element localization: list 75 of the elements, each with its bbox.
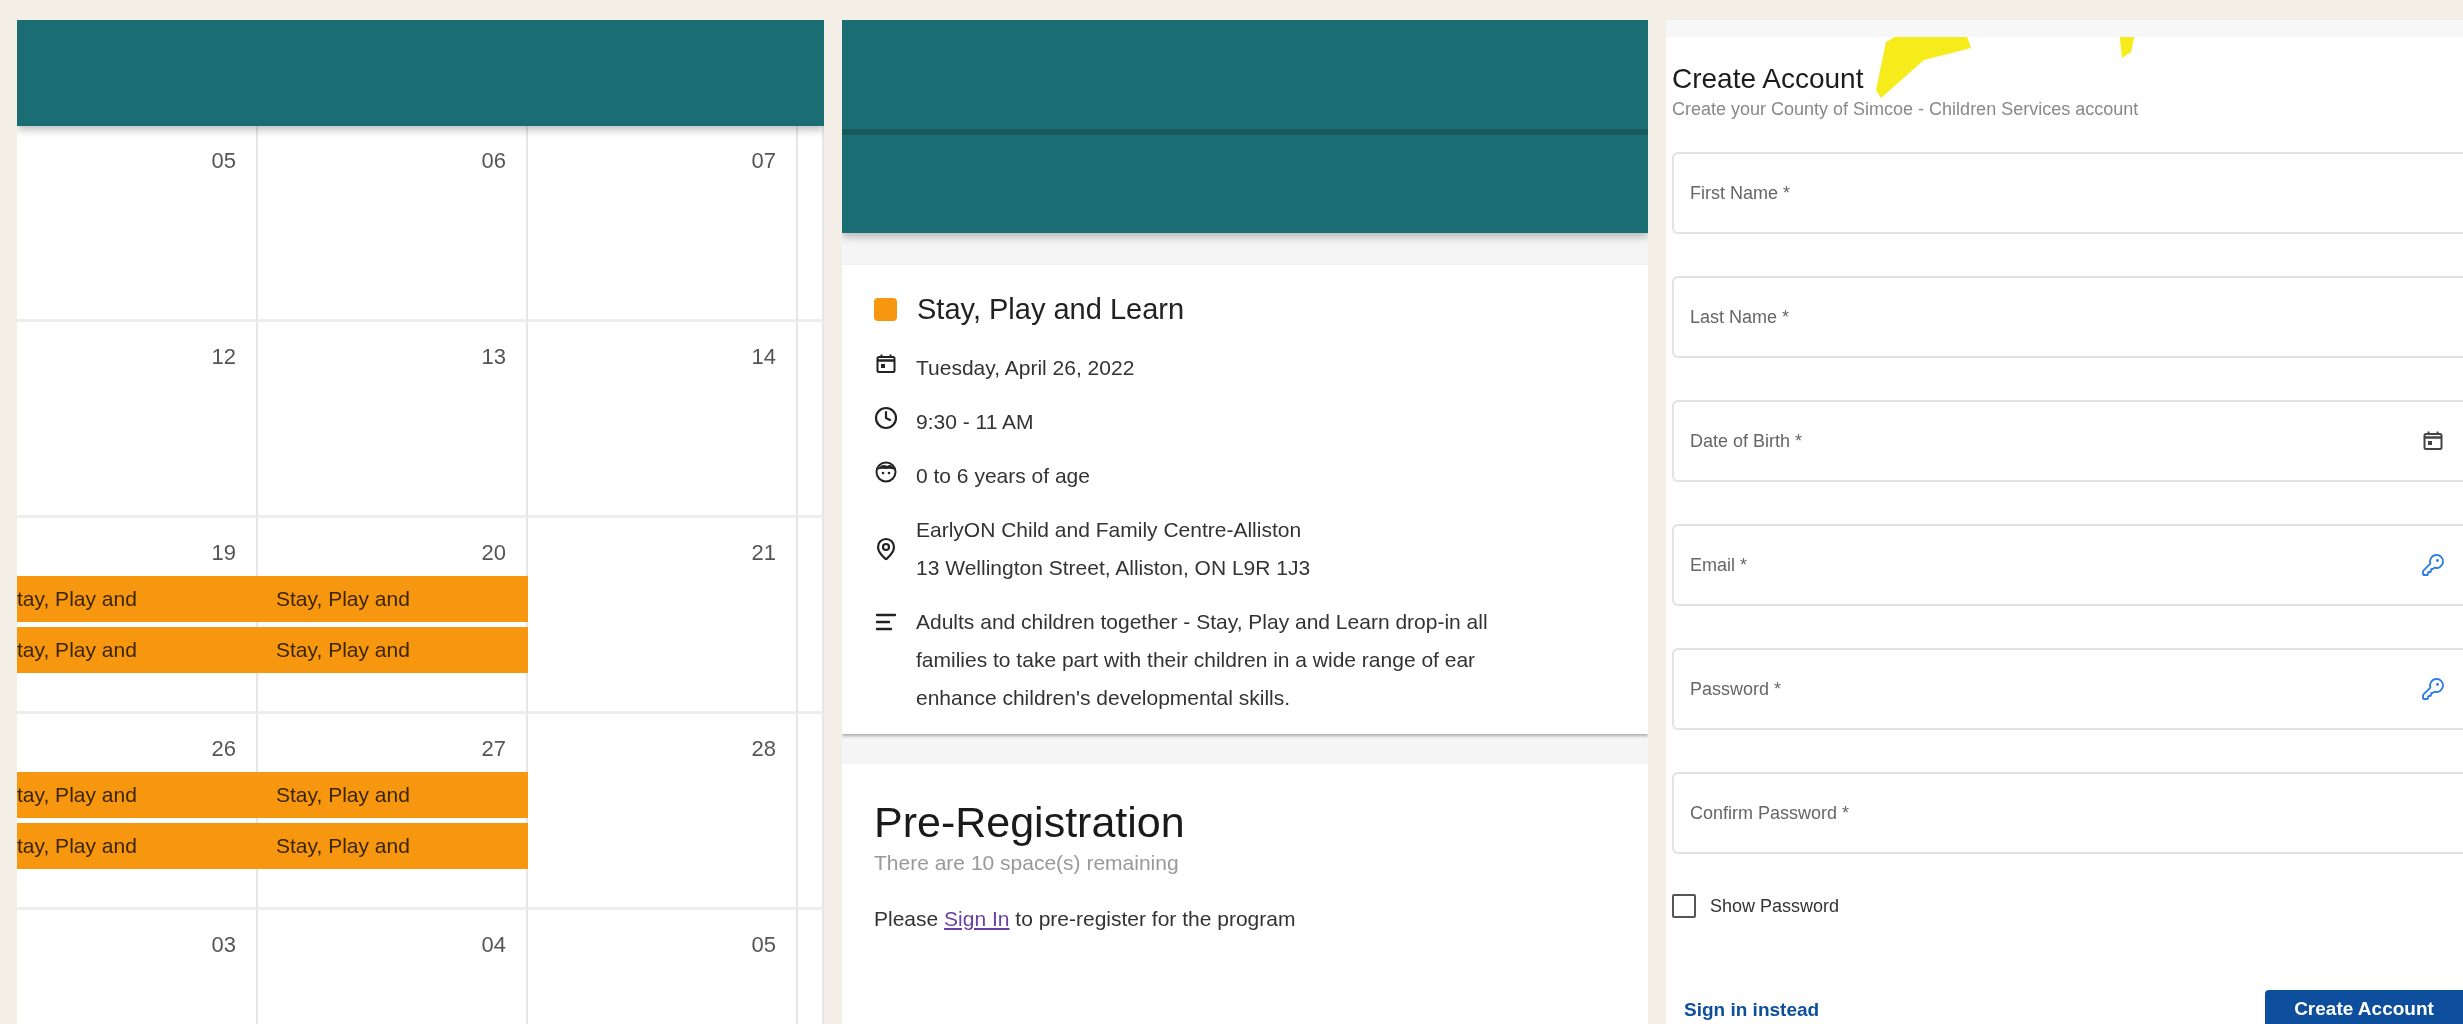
day-cell[interactable]: 04 xyxy=(258,910,528,1024)
input-field[interactable]: Last Name * xyxy=(1672,276,2463,358)
day-cell[interactable]: 03 xyxy=(17,910,258,1024)
checkbox[interactable] xyxy=(1672,894,1696,918)
day-cell[interactable]: 12 xyxy=(17,322,258,518)
day-cell[interactable] xyxy=(798,714,824,910)
detail-text: EarlyON Child and Family Centre-Alliston xyxy=(916,517,1303,543)
day-cell[interactable]: 19 tay, Play and tay, Play and xyxy=(17,518,258,714)
day-number: 07 xyxy=(751,147,776,175)
day-cell[interactable] xyxy=(798,322,824,518)
day-cell[interactable] xyxy=(798,518,824,714)
day-cell[interactable]: 06 xyxy=(258,126,528,322)
day-number: 19 xyxy=(211,539,236,567)
section-title: Pre-Registration xyxy=(874,798,1186,847)
day-cell[interactable]: 21 xyxy=(528,518,798,714)
calendar-icon xyxy=(874,352,898,376)
event-chip[interactable]: tay, Play and xyxy=(17,823,258,869)
key-icon[interactable] xyxy=(2421,677,2445,701)
day-number: 05 xyxy=(211,147,236,175)
day-number: 26 xyxy=(211,735,236,763)
day-number: 03 xyxy=(211,931,236,959)
detail-text: 0 to 6 years of age xyxy=(916,463,1090,489)
clock-icon xyxy=(874,406,898,430)
detail-text: 13 Wellington Street, Alliston, ON L9R 1J3 xyxy=(916,555,1311,581)
input-field[interactable]: Email * xyxy=(1672,524,2463,606)
event-title: Stay, Play and Learn xyxy=(917,293,1185,326)
day-cell[interactable]: 07 xyxy=(528,126,798,322)
event-chip[interactable]: tay, Play and xyxy=(17,576,258,622)
event-chip[interactable]: Stay, Play and xyxy=(258,772,528,818)
key-icon[interactable] xyxy=(2421,553,2445,577)
day-number: 04 xyxy=(481,931,506,959)
detail-text: families to take part with their children in a wide range of ear xyxy=(916,647,1477,673)
day-number: 20 xyxy=(481,539,506,567)
day-number: 13 xyxy=(481,343,506,371)
calendar-icon[interactable] xyxy=(2421,429,2445,453)
day-number: 05 xyxy=(751,931,776,959)
map-pin-icon xyxy=(874,537,898,561)
event-chip[interactable]: Stay, Play and xyxy=(258,576,528,622)
input-field[interactable]: Confirm Password * xyxy=(1672,772,2463,854)
day-number: 06 xyxy=(481,147,506,175)
sign-in-prompt: Please Sign In to pre-register for the program xyxy=(874,907,1297,931)
event-chip[interactable]: tay, Play and xyxy=(17,772,258,818)
event-chip[interactable]: Stay, Play and xyxy=(258,627,528,673)
checkbox-label: Show Password xyxy=(1710,895,1840,917)
form-title: Create Account xyxy=(1672,63,1865,95)
form-subtitle: Create your County of Simcoe - Children Services account xyxy=(1672,99,2140,120)
day-cell[interactable]: 13 xyxy=(258,322,528,518)
day-cell[interactable]: 14 xyxy=(528,322,798,518)
day-cell[interactable]: 28 xyxy=(528,714,798,910)
day-cell[interactable]: 05 xyxy=(17,126,258,322)
day-number: 14 xyxy=(751,343,776,371)
day-cell[interactable] xyxy=(798,126,824,322)
input-field[interactable]: Date of Birth * xyxy=(1672,400,2463,482)
day-cell[interactable]: 27 Stay, Play and Stay, Play and xyxy=(258,714,528,910)
event-chip[interactable]: Stay, Play and xyxy=(258,823,528,869)
day-cell[interactable]: 05 xyxy=(528,910,798,1024)
input-field[interactable]: Password * xyxy=(1672,648,2463,730)
day-number: 27 xyxy=(481,735,506,763)
sign-in-link[interactable]: Sign in instead xyxy=(1684,999,1820,1021)
child-face-icon xyxy=(874,460,898,484)
create-account-button[interactable]: Create Account xyxy=(2265,990,2463,1024)
day-cell[interactable]: 26 tay, Play and tay, Play and xyxy=(17,714,258,910)
day-cell[interactable]: 20 Stay, Play and Stay, Play and xyxy=(258,518,528,714)
spaces-remaining: There are 10 space(s) remaining xyxy=(874,851,1180,875)
day-number: 12 xyxy=(211,343,236,371)
detail-text: Tuesday, April 26, 2022 xyxy=(916,355,1135,381)
input-field[interactable]: First Name * xyxy=(1672,152,2463,234)
detail-text: Adults and children together - Stay, Play and Learn drop-in all xyxy=(916,609,1488,635)
event-chip[interactable]: tay, Play and xyxy=(17,627,258,673)
sign-in-link[interactable]: Sign In xyxy=(944,907,1010,930)
day-number: 21 xyxy=(751,539,776,567)
detail-text: 9:30 - 11 AM xyxy=(916,409,1034,435)
category-swatch xyxy=(874,298,897,321)
day-number: 28 xyxy=(751,735,776,763)
detail-text: enhance children's developmental skills. xyxy=(916,685,1292,711)
